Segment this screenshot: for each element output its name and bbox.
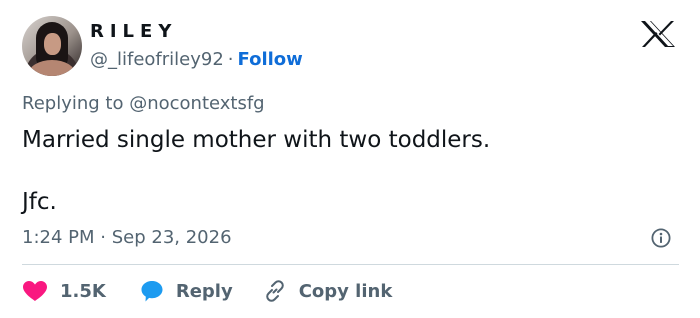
- tweet-body-line: Married single mother with two toddlers.: [22, 127, 491, 153]
- tweet-time: 1:24 PM: [22, 227, 95, 248]
- replying-to[interactable]: Replying to @nocontextsfg: [22, 93, 265, 114]
- follow-button[interactable]: Follow: [238, 49, 303, 70]
- x-logo-icon[interactable]: [638, 19, 678, 49]
- reply-label: Reply: [175, 280, 233, 302]
- author-name[interactable]: RILEY: [90, 21, 177, 42]
- reply-button[interactable]: Reply: [140, 279, 233, 303]
- meta-separator: ·: [100, 227, 106, 248]
- copy-link-button[interactable]: Copy link: [263, 279, 393, 303]
- tweet-timestamp[interactable]: 1:24 PM · Sep 23, 2026: [22, 227, 232, 248]
- author-handle-row: @_lifeofriley92 · Follow: [90, 49, 303, 70]
- handle-separator: ·: [227, 49, 234, 70]
- tweet-body: Married single mother with two toddlers.…: [22, 125, 490, 217]
- divider: [22, 264, 679, 265]
- copy-link-label: Copy link: [298, 280, 393, 302]
- author-handle[interactable]: @_lifeofriley92: [90, 49, 224, 70]
- avatar-shoulders: [28, 60, 76, 76]
- info-icon[interactable]: [651, 228, 671, 248]
- like-count: 1.5K: [60, 280, 106, 302]
- avatar[interactable]: [22, 16, 82, 76]
- action-bar: 1.5K Reply Copy link: [22, 276, 392, 306]
- link-icon: [265, 280, 284, 302]
- chat-bubble-icon: [141, 281, 163, 302]
- like-button[interactable]: 1.5K: [22, 280, 106, 302]
- heart-icon: [23, 281, 47, 301]
- avatar-face: [44, 33, 61, 55]
- tweet-date: Sep 23, 2026: [111, 227, 232, 248]
- tweet-body-line: Jfc.: [22, 189, 57, 215]
